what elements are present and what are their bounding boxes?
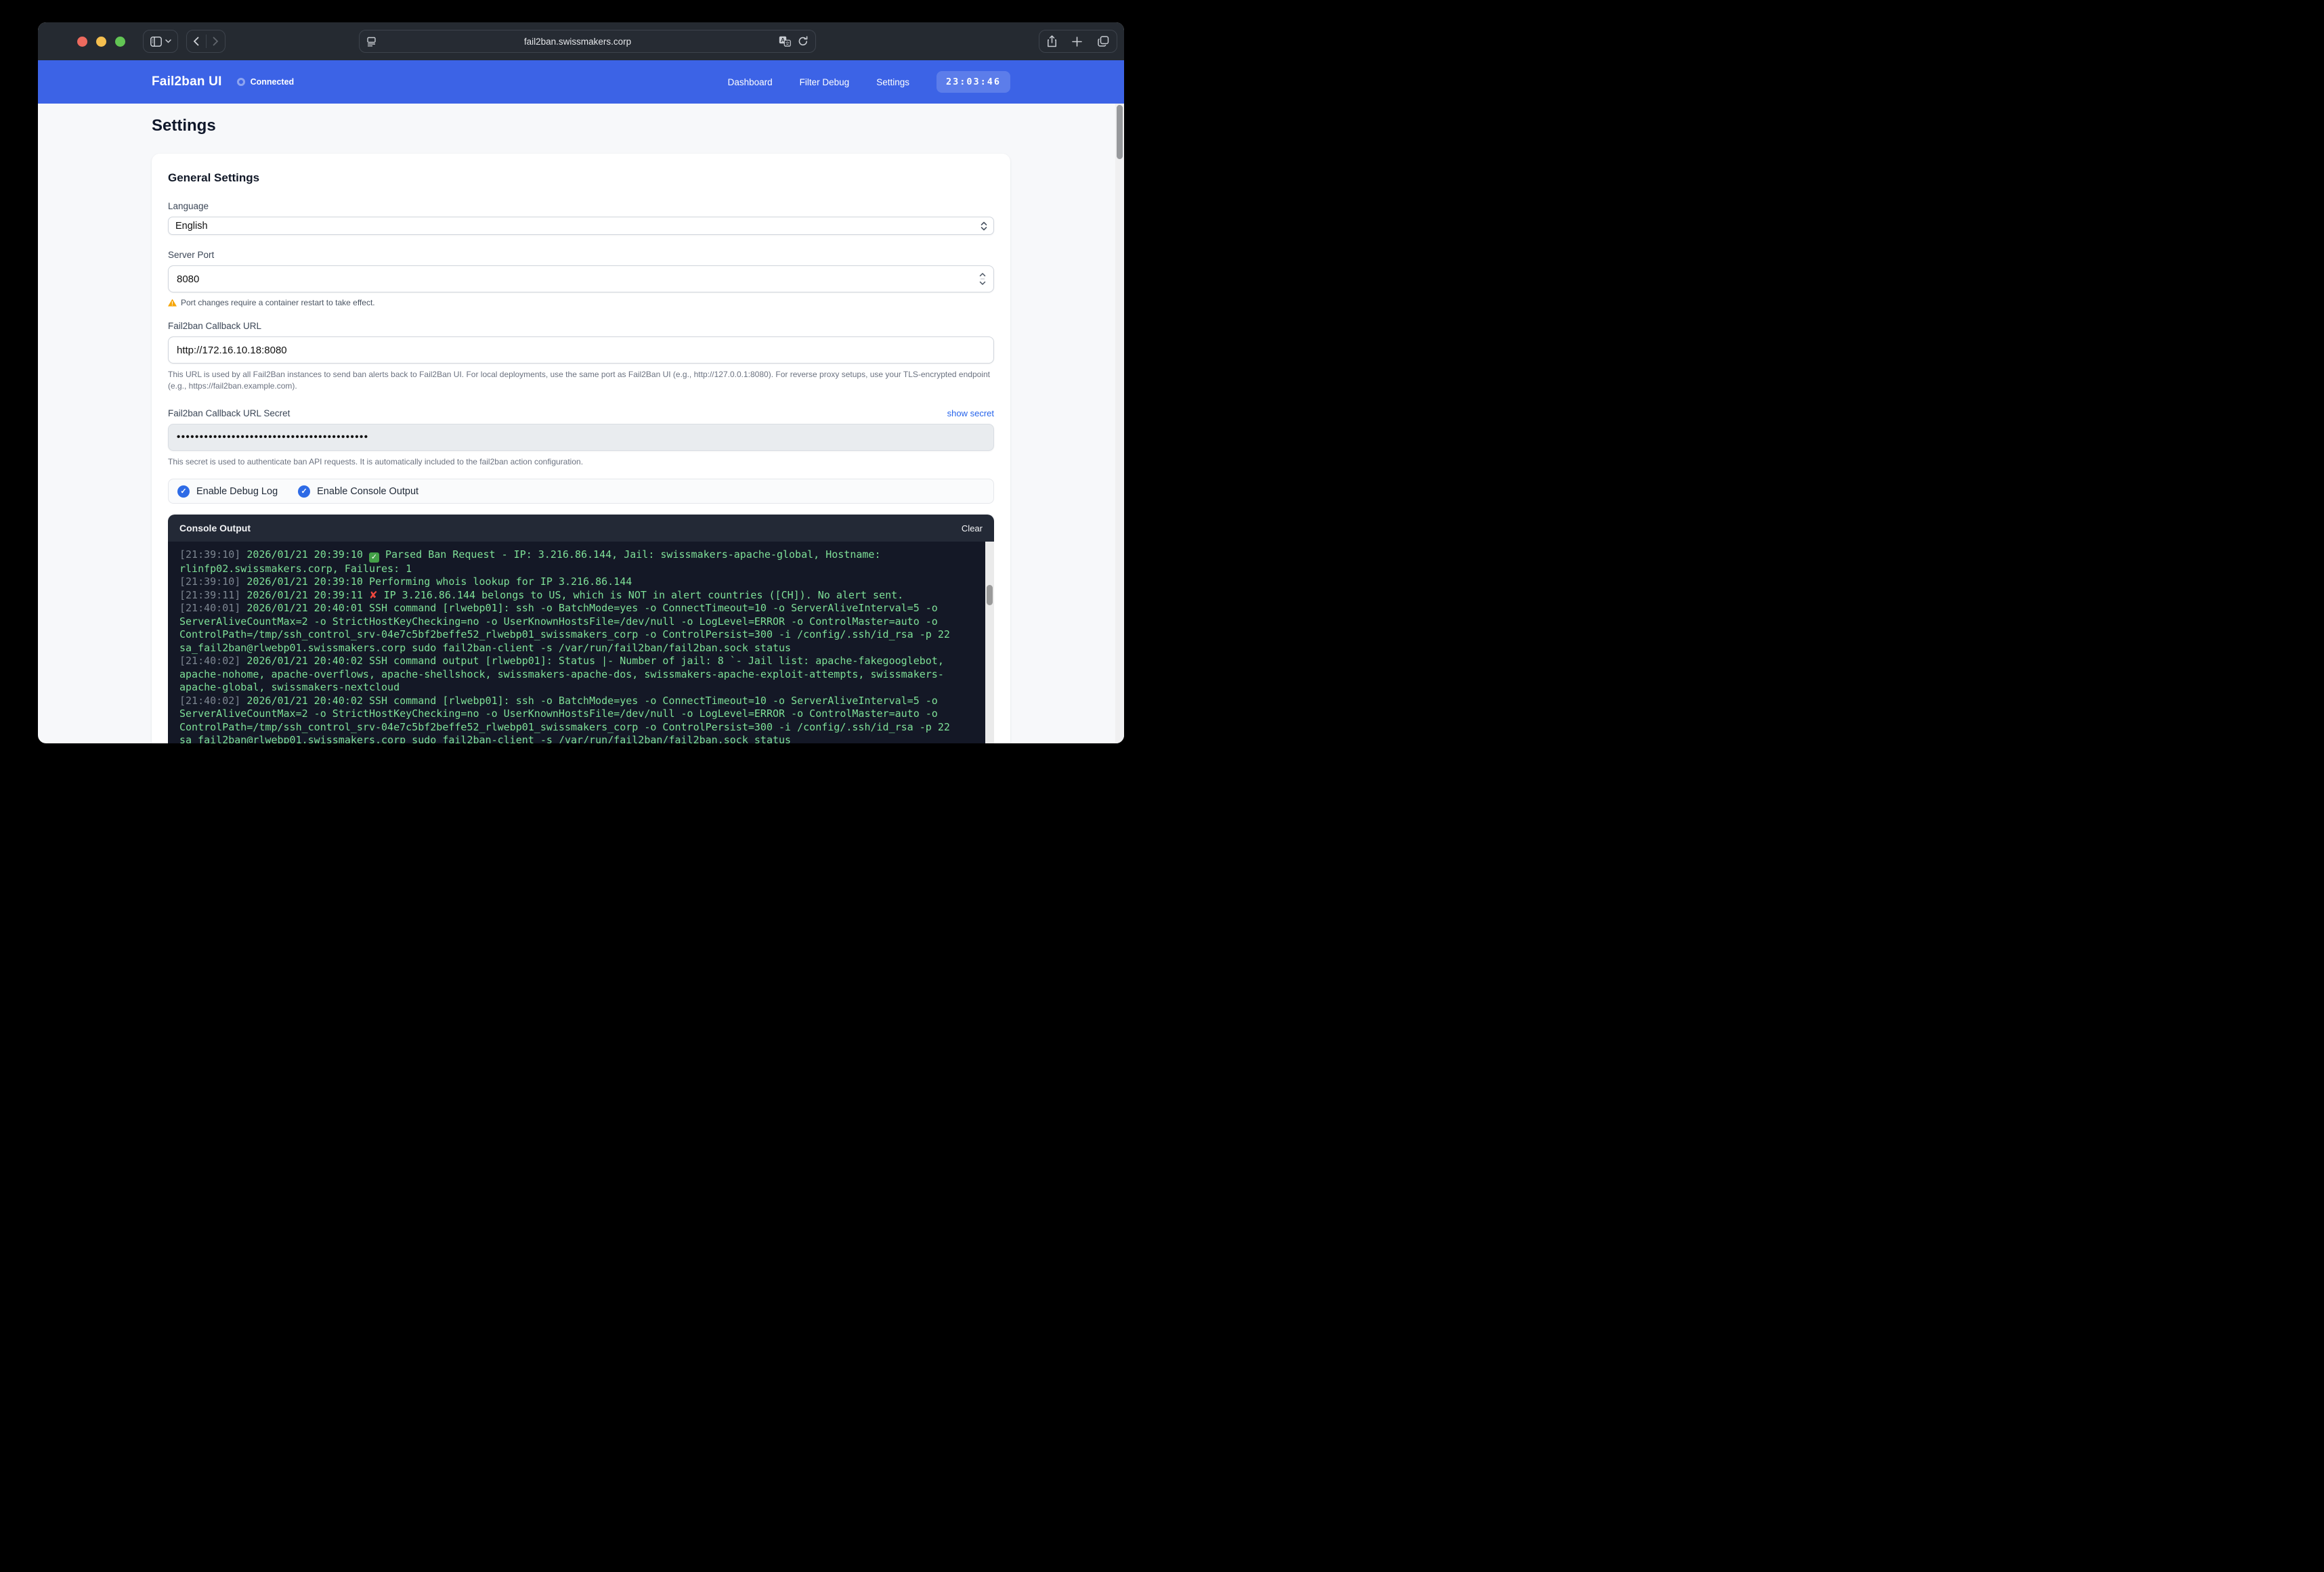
console-clear-button[interactable]: Clear (962, 523, 983, 533)
app-navbar: Fail2ban UI Connected Dashboard Filter De… (38, 60, 1124, 104)
callback-url-value: http://172.16.10.18:8080 (177, 345, 287, 356)
secret-label: Fail2ban Callback URL Secret (168, 408, 290, 418)
console-log-line: [21:39:10] 2026/01/21 20:39:10 ✓ Parsed … (179, 548, 974, 575)
select-stepper-icon (981, 221, 987, 231)
callback-url-help: This URL is used by all Fail2Ban instanc… (168, 369, 994, 392)
translate-icon[interactable]: A 文 (779, 36, 791, 47)
console-scrollbar-thumb[interactable] (987, 585, 993, 605)
sidebar-icon (150, 37, 162, 47)
status-dot-icon (237, 78, 245, 86)
server-port-value: 8080 (177, 274, 199, 285)
checkbox-checked-icon[interactable]: ✓ (177, 485, 190, 498)
address-bar[interactable]: fail2ban.swissmakers.corp A 文 (359, 30, 816, 53)
console-body[interactable]: [21:39:10] 2026/01/21 20:39:10 ✓ Parsed … (168, 542, 994, 743)
checkbox-label: Enable Debug Log (196, 486, 278, 497)
checkbox-enable-debug-log[interactable]: ✓ Enable Debug Log (177, 485, 278, 498)
app-brand: Fail2ban UI (152, 74, 222, 89)
checkbox-bar: ✓ Enable Debug Log ✓ Enable Console Output (168, 479, 994, 504)
browser-window: fail2ban.swissmakers.corp A 文 (38, 22, 1124, 743)
url-text: fail2ban.swissmakers.corp (376, 37, 779, 47)
general-settings-card: General Settings Language English Server… (152, 154, 1010, 743)
port-warning: Port changes require a container restart… (168, 298, 994, 307)
page-scrollbar-thumb[interactable] (1117, 105, 1123, 159)
language-label: Language (168, 201, 994, 211)
traffic-lights (77, 37, 125, 47)
console-log-line: [21:40:02] 2026/01/21 20:40:02 SSH comma… (179, 695, 974, 743)
share-button[interactable] (1047, 35, 1057, 47)
clock-badge: 23:03:46 (937, 71, 1010, 93)
nav-link-filter-debug[interactable]: Filter Debug (800, 77, 850, 87)
nav-link-dashboard[interactable]: Dashboard (728, 77, 773, 87)
number-stepper-icon[interactable] (979, 271, 986, 286)
tab-overview-button[interactable] (1098, 36, 1109, 47)
card-heading: General Settings (168, 171, 994, 185)
chevron-down-icon (165, 39, 171, 43)
browser-titlebar: fail2ban.swissmakers.corp A 文 (38, 22, 1124, 60)
nav-link-settings[interactable]: Settings (876, 77, 909, 87)
page-scrollbar[interactable] (1115, 104, 1124, 743)
secret-input: ••••••••••••••••••••••••••••••••••••••••… (168, 424, 994, 451)
console-log-line: [21:40:02] 2026/01/21 20:40:02 SSH comma… (179, 655, 974, 695)
show-secret-link[interactable]: show secret (947, 408, 994, 418)
page-title: Settings (152, 116, 1010, 135)
console-scrollbar[interactable] (985, 542, 994, 743)
console-log-line: [21:39:10] 2026/01/21 20:39:10 Performin… (179, 575, 974, 589)
secret-masked-value: ••••••••••••••••••••••••••••••••••••••••… (177, 431, 369, 443)
reader-mode-icon[interactable] (366, 37, 376, 47)
console-lines: [21:39:10] 2026/01/21 20:39:10 ✓ Parsed … (179, 548, 974, 743)
minimize-window-button[interactable] (96, 37, 106, 47)
language-select[interactable]: English (168, 217, 994, 235)
sidebar-toggle-button[interactable] (143, 30, 178, 53)
success-check-icon: ✓ (369, 552, 379, 563)
language-value: English (175, 221, 208, 232)
new-tab-button[interactable] (1072, 37, 1082, 47)
nav-links: Dashboard Filter Debug Settings (728, 77, 909, 87)
back-button[interactable] (187, 30, 206, 52)
console-header: Console Output Clear (168, 515, 994, 542)
page-content: Settings General Settings Language Engli… (38, 104, 1124, 743)
error-cross-icon: ✘ (369, 589, 378, 601)
checkbox-enable-console-output[interactable]: ✓ Enable Console Output (298, 485, 418, 498)
console-title: Console Output (179, 523, 251, 533)
server-port-label: Server Port (168, 250, 994, 260)
svg-text:文: 文 (786, 40, 790, 46)
console-panel: Console Output Clear [21:39:10] 2026/01/… (168, 515, 994, 743)
close-window-button[interactable] (77, 37, 87, 47)
history-nav-group (186, 30, 225, 53)
forward-button[interactable] (207, 30, 225, 52)
console-log-line: [21:39:11] 2026/01/21 20:39:11 ✘ IP 3.21… (179, 589, 974, 603)
reload-icon[interactable] (798, 36, 809, 47)
secret-help: This secret is used to authenticate ban … (168, 456, 994, 468)
callback-url-label: Fail2ban Callback URL (168, 321, 994, 331)
warning-icon (168, 299, 177, 307)
callback-url-input[interactable]: http://172.16.10.18:8080 (168, 336, 994, 364)
checkbox-checked-icon[interactable]: ✓ (298, 485, 310, 498)
console-log-line: [21:40:01] 2026/01/21 20:40:01 SSH comma… (179, 602, 974, 655)
toolbar-right-group (1039, 30, 1117, 53)
connection-status: Connected (237, 77, 295, 87)
status-label: Connected (251, 77, 295, 87)
zoom-window-button[interactable] (115, 37, 125, 47)
server-port-input[interactable]: 8080 (168, 265, 994, 292)
checkbox-label: Enable Console Output (317, 486, 418, 497)
